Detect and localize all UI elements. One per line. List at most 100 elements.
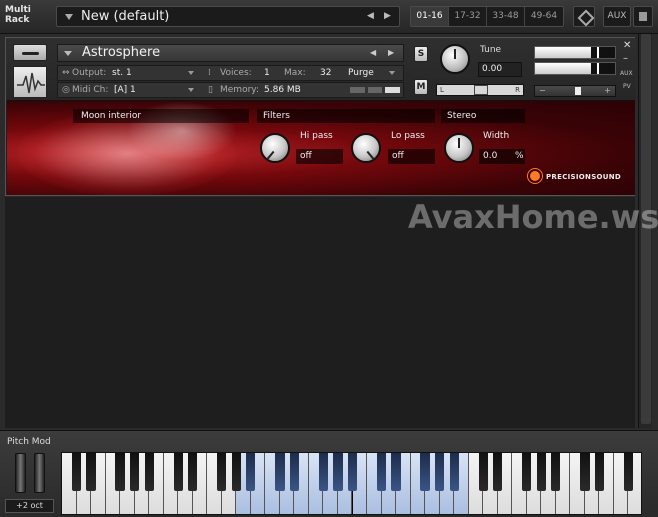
memory-icon: ▯	[208, 85, 213, 95]
black-key[interactable]	[522, 453, 532, 491]
tab-page-4[interactable]: 49-64	[525, 7, 563, 26]
mute-button[interactable]: M	[414, 79, 428, 95]
octave-selector[interactable]: +2 oct	[5, 499, 54, 513]
purge-meter	[350, 87, 401, 93]
piano-keyboard[interactable]	[61, 452, 642, 515]
hipass-knob[interactable]	[260, 133, 290, 163]
pan-left-label: L	[440, 86, 444, 94]
black-key[interactable]	[420, 453, 430, 491]
black-key[interactable]	[246, 453, 256, 491]
aux-tag[interactable]: AUX	[620, 70, 633, 77]
voices-label: Voices:	[220, 68, 252, 78]
volume-thumb[interactable]	[574, 87, 581, 95]
black-key[interactable]	[129, 453, 140, 491]
width-label: Width	[483, 131, 510, 141]
midi-dropdown-icon[interactable]	[188, 88, 194, 92]
black-key[interactable]	[217, 453, 227, 491]
width-unit: %	[515, 151, 524, 161]
tab-page-1[interactable]: 01-16	[411, 7, 449, 26]
midi-channel-value[interactable]: [A] 1	[114, 85, 136, 95]
instrument-dropdown-icon[interactable]	[64, 51, 72, 56]
brand-logo-icon	[530, 171, 540, 181]
pv-tag[interactable]: PV	[623, 83, 631, 90]
solo-button[interactable]: S	[414, 46, 428, 62]
lopass-knob[interactable]	[351, 133, 381, 163]
filters-section-title: Filters	[257, 109, 435, 123]
black-key[interactable]	[275, 453, 285, 491]
instrument-name: Astrosphere	[82, 45, 161, 60]
memory-value: 5.86 MB	[264, 85, 301, 95]
output-icon: ⇔	[62, 68, 70, 78]
black-key[interactable]	[594, 453, 605, 491]
black-key[interactable]	[493, 453, 503, 491]
pitch-mod-label: Pitch Mod	[7, 437, 51, 447]
volume-minus-icon[interactable]: −	[539, 86, 546, 95]
preset-selector[interactable]: New (default) ◀ ▶	[56, 6, 400, 27]
purge-dropdown-icon[interactable]	[389, 71, 395, 75]
midi-row: ◎ Midi Ch: [A] 1 ▯ Memory: 5.86 MB	[57, 82, 404, 98]
black-key[interactable]	[623, 453, 634, 491]
black-key[interactable]	[391, 453, 401, 491]
black-key[interactable]	[580, 453, 590, 491]
keyboard-panel: Pitch Mod +2 oct	[0, 430, 658, 517]
max-voices-label: Max:	[284, 68, 306, 78]
multi-rack-label-line2: Rack	[5, 15, 30, 25]
instrument-next-icon[interactable]: ▶	[388, 48, 394, 57]
black-key[interactable]	[289, 453, 300, 491]
aux-panel-icon[interactable]	[633, 6, 653, 27]
tune-knob[interactable]	[440, 44, 470, 74]
black-key[interactable]	[231, 453, 241, 491]
lopass-value[interactable]: off	[388, 149, 435, 164]
black-key[interactable]	[478, 453, 488, 491]
output-dropdown-icon[interactable]	[188, 71, 194, 75]
midi-channel-label: Midi Ch:	[72, 85, 109, 95]
wrench-icon[interactable]	[13, 44, 47, 61]
output-label: Output:	[72, 68, 107, 78]
hipass-value[interactable]: off	[296, 149, 343, 164]
instrument-prev-icon[interactable]: ◀	[370, 48, 376, 57]
black-key[interactable]	[333, 453, 343, 491]
max-voices-value[interactable]: 32	[320, 68, 331, 78]
black-key[interactable]	[435, 453, 445, 491]
width-knob[interactable]	[444, 133, 474, 163]
level-meter-left-fill	[535, 47, 591, 58]
pitch-wheel[interactable]	[15, 453, 26, 493]
close-icon[interactable]: ✕	[623, 40, 631, 51]
tab-page-2[interactable]: 17-32	[449, 7, 487, 26]
minimize-icon[interactable]: –	[623, 53, 628, 64]
tab-page-3[interactable]: 33-48	[487, 7, 525, 26]
black-key[interactable]	[449, 453, 459, 491]
tune-value[interactable]: 0.00	[478, 62, 522, 77]
black-key[interactable]	[86, 453, 96, 491]
snapshot-icon[interactable]	[573, 6, 595, 27]
preset-prev-icon[interactable]: ◀	[367, 11, 374, 21]
black-key[interactable]	[188, 453, 198, 491]
black-key[interactable]	[551, 453, 561, 491]
black-key[interactable]	[144, 453, 154, 491]
black-key[interactable]	[71, 453, 82, 491]
pan-slider[interactable]: L R	[436, 84, 524, 96]
instrument-header: Astrosphere ◀ ▶ ⇔ Output: st. 1 ⁞ Voices…	[6, 38, 636, 100]
preset-next-icon[interactable]: ▶	[384, 11, 391, 21]
preset-name: New (default)	[81, 9, 170, 24]
instrument-logo[interactable]	[13, 66, 47, 98]
volume-slider[interactable]: − +	[534, 85, 616, 97]
black-key[interactable]	[347, 453, 358, 491]
aux-button[interactable]: AUX	[603, 6, 631, 27]
sound-preset-label[interactable]: Moon interior	[73, 109, 249, 123]
pan-handle[interactable]	[474, 85, 488, 95]
black-key[interactable]	[536, 453, 546, 491]
black-key[interactable]	[115, 453, 125, 491]
black-key[interactable]	[318, 453, 329, 491]
preset-dropdown-icon[interactable]	[65, 14, 73, 20]
level-meter-left	[534, 46, 616, 59]
stereo-section-title: Stereo	[441, 109, 525, 123]
volume-plus-icon[interactable]: +	[604, 86, 611, 95]
instrument-name-bar[interactable]: Astrosphere ◀ ▶	[57, 44, 404, 62]
black-key[interactable]	[376, 453, 387, 491]
output-value[interactable]: st. 1	[112, 68, 132, 78]
black-key[interactable]	[173, 453, 183, 491]
mod-wheel[interactable]	[34, 453, 45, 493]
level-meter-left-peak	[597, 47, 599, 58]
purge-label[interactable]: Purge	[348, 68, 374, 78]
